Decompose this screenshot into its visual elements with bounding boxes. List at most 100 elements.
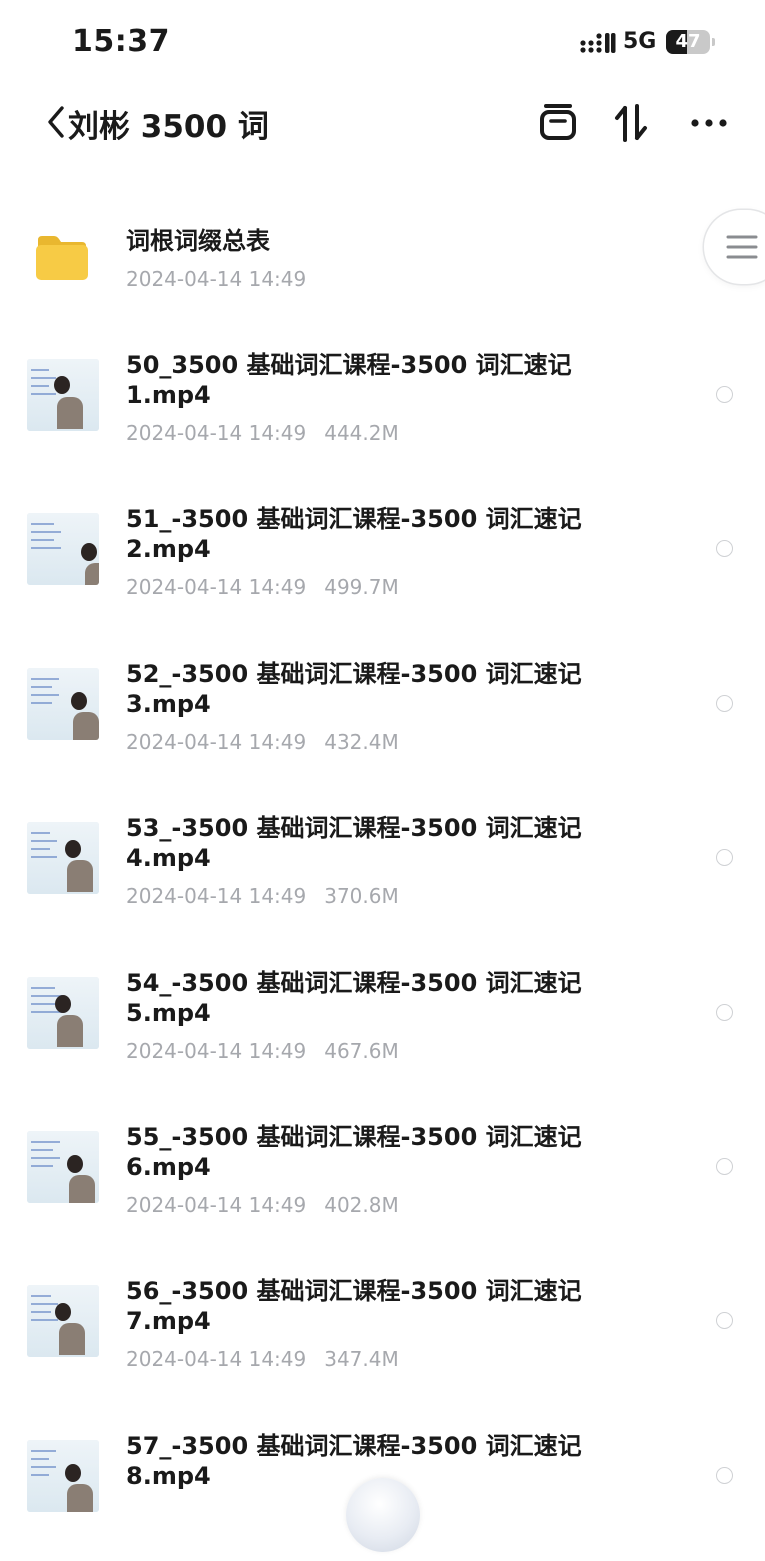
select-radio[interactable] xyxy=(716,386,733,403)
file-name-continued: 3.mp4 xyxy=(126,689,211,718)
thumbnail-text-line xyxy=(31,685,52,688)
video-thumbnail xyxy=(27,513,99,586)
thumbnail-text-line xyxy=(31,848,50,851)
battery-cap xyxy=(712,38,715,46)
file-size: 370.6M xyxy=(324,884,399,909)
thumbnail-text-line xyxy=(31,856,57,859)
video-thumbnail xyxy=(27,1285,99,1358)
thumbnail-text-line xyxy=(31,1141,60,1143)
file-name-continued: 7.mp4 xyxy=(126,1307,211,1336)
file-size: 467.6M xyxy=(324,1038,399,1063)
file-name: 51_-3500 基础词汇课程-3500 词汇速记 xyxy=(126,505,582,534)
side-drawer-handle[interactable] xyxy=(704,210,765,284)
thumbnail-presenter-body xyxy=(57,1014,83,1047)
file-name-continued: 6.mp4 xyxy=(126,1153,211,1181)
select-radio[interactable] xyxy=(716,694,733,712)
video-thumbnail xyxy=(27,976,99,1049)
file-row[interactable]: 51_-3500 基础词汇课程-3500 词汇速记 2.mp4 2024-04-14… xyxy=(0,484,765,634)
file-name-continued: 2.mp4 xyxy=(126,535,211,564)
thumbnail-text-line xyxy=(31,377,56,379)
thumbnail-text-line xyxy=(31,523,54,526)
thumbnail-text-line xyxy=(31,369,49,371)
file-row[interactable]: 55_-3500 基础词汇课程-3500 词汇速记 6.mp4 2024-04-14… xyxy=(0,1102,765,1252)
thumbnail-text-line xyxy=(31,531,61,534)
more-icon[interactable] xyxy=(686,100,732,146)
file-size: 444.2M xyxy=(324,421,399,445)
select-radio[interactable] xyxy=(716,1466,733,1484)
file-row[interactable]: 56_-3500 基础词汇课程-3500 词汇速记 7.mp4 2024-04-14… xyxy=(0,1256,765,1406)
thumbnail-presenter-body xyxy=(67,1483,93,1512)
thumbnail-text-line xyxy=(31,701,52,704)
signal-strength-icon xyxy=(580,33,616,53)
video-thumbnail xyxy=(27,822,99,895)
video-thumbnail xyxy=(27,667,99,740)
folder-date: 2024-04-14 14:49 xyxy=(126,267,307,291)
file-row[interactable]: 52_-3500 基础词汇课程-3500 词汇速记 3.mp4 2024-04-14… xyxy=(0,639,765,789)
file-date: 2024-04-14 14:49 xyxy=(126,1193,307,1217)
thumbnail-presenter-head xyxy=(71,691,87,710)
thumbnail-presenter-body xyxy=(67,860,93,893)
archive-icon[interactable] xyxy=(535,100,581,146)
thumbnail-text-line xyxy=(31,547,61,550)
file-name-continued: 4.mp4 xyxy=(126,844,211,873)
file-date: 2024-04-14 14:49 xyxy=(126,421,307,445)
select-radio[interactable] xyxy=(716,849,733,867)
file-name: 53_-3500 基础词汇课程-3500 词汇速记 xyxy=(126,814,582,843)
file-size: 402.8M xyxy=(324,1193,399,1217)
file-meta: 2024-04-14 14:49 432.4M xyxy=(126,729,399,755)
select-radio[interactable] xyxy=(716,1312,733,1330)
file-size: 499.7M xyxy=(324,575,399,600)
file-name: 56_-3500 基础词汇课程-3500 词汇速记 xyxy=(126,1277,582,1306)
file-meta: 2024-04-14 14:49 370.6M xyxy=(126,883,399,909)
thumbnail-presenter-body xyxy=(85,563,99,586)
file-row[interactable]: 53_-3500 基础词汇课程-3500 词汇速记 4.mp4 2024-04-14… xyxy=(0,793,765,943)
network-type: 5G xyxy=(623,29,657,54)
thumbnail-text-line xyxy=(31,1157,60,1159)
file-name: 57_-3500 基础词汇课程-3500 词汇速记 xyxy=(126,1431,582,1460)
thumbnail-presenter-head xyxy=(65,1463,81,1482)
video-thumbnail xyxy=(27,1131,99,1203)
file-name-continued: 1.mp4 xyxy=(126,381,211,409)
thumbnail-text-line xyxy=(31,1002,55,1005)
thumbnail-text-line xyxy=(31,539,54,542)
thumbnail-text-line xyxy=(31,1457,49,1460)
thumbnail-text-line xyxy=(31,986,55,989)
file-meta: 2024-04-14 14:49 402.8M xyxy=(126,1192,399,1218)
thumbnail-presenter-head xyxy=(54,376,70,394)
file-row[interactable]: 54_-3500 基础词汇课程-3500 词汇速记 5.mp4 2024-04-14… xyxy=(0,948,765,1098)
thumbnail-text-line xyxy=(31,393,56,395)
thumbnail-presenter-body xyxy=(73,711,99,740)
thumbnail-presenter-head xyxy=(67,1155,83,1173)
select-radio[interactable] xyxy=(716,1158,733,1175)
file-meta: 2024-04-14 14:49 347.4M xyxy=(126,1346,399,1372)
file-size: 432.4M xyxy=(324,729,399,754)
thumbnail-text-line xyxy=(31,1465,56,1468)
status-bar: 15:37 5G 47 xyxy=(0,0,765,86)
thumbnail-text-line xyxy=(31,677,59,680)
file-name: 50_3500 基础词汇课程-3500 词汇速记 xyxy=(126,351,572,379)
sort-icon[interactable] xyxy=(609,100,655,146)
thumbnail-text-line xyxy=(31,1473,49,1476)
select-radio[interactable] xyxy=(716,1003,733,1021)
select-radio[interactable] xyxy=(716,540,733,558)
file-date: 2024-04-14 14:49 xyxy=(126,575,307,600)
page-title: 刘彬 3500 词 xyxy=(68,109,269,145)
file-meta: 2024-04-14 14:49 444.2M xyxy=(126,420,399,446)
thumbnail-text-line xyxy=(31,1319,58,1322)
battery-percent: 47 xyxy=(675,31,701,52)
file-date: 2024-04-14 14:49 xyxy=(126,729,307,754)
video-thumbnail xyxy=(27,359,99,431)
file-meta: 2024-04-14 14:49 467.6M xyxy=(126,1038,399,1064)
file-date: 2024-04-14 14:49 xyxy=(126,1347,307,1372)
battery-icon: 47 xyxy=(666,30,710,54)
thumbnail-text-line xyxy=(31,832,50,835)
assistant-orb-icon[interactable] xyxy=(346,1478,420,1552)
thumbnail-text-line xyxy=(31,1303,58,1306)
thumbnail-presenter-body xyxy=(57,397,83,429)
file-size: 347.4M xyxy=(324,1347,399,1372)
thumbnail-presenter-head xyxy=(55,994,71,1013)
thumbnail-text-line xyxy=(31,840,57,843)
thumbnail-text-line xyxy=(31,693,59,696)
file-date: 2024-04-14 14:49 xyxy=(126,884,307,909)
file-row[interactable]: 50_3500 基础词汇课程-3500 词汇速记 1.mp4 2024-04-14 … xyxy=(0,330,765,480)
